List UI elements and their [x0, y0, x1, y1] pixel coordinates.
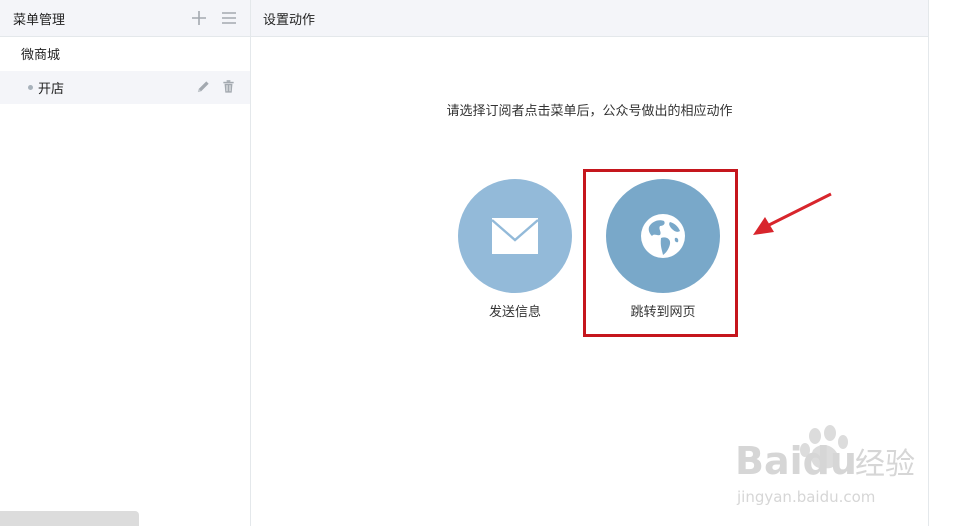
envelope-icon	[491, 218, 539, 254]
submenu-item-label: 开店	[38, 82, 65, 97]
red-arrow-annotation	[753, 192, 832, 235]
pencil-icon[interactable]	[196, 79, 211, 94]
horizontal-scrollbar[interactable]	[0, 511, 139, 526]
watermark-product: 经验	[855, 447, 915, 482]
action-settings-title: 设置动作	[263, 12, 316, 28]
submenu-item-kaidian[interactable]: 开店	[0, 71, 250, 104]
menu-tree: 微商城 开店	[0, 37, 250, 104]
send-message-action[interactable]: 发送信息	[458, 179, 572, 320]
send-message-circle[interactable]	[458, 179, 572, 293]
trash-icon[interactable]	[221, 79, 236, 94]
action-prompt: 请选择订阅者点击菜单后，公众号做出的相应动作	[446, 104, 733, 119]
bullet-dot	[28, 85, 33, 90]
baidu-jingyan-watermark: Baidu 经验 jingyan.baidu.com	[735, 425, 915, 506]
highlight-box	[583, 169, 738, 337]
menu-management-title: 菜单管理	[13, 12, 66, 28]
menu-item-weishangcheng[interactable]: 微商城	[0, 43, 250, 69]
submenu-item-actions	[196, 79, 236, 94]
menu-management-header: 菜单管理	[0, 0, 250, 37]
watermark-url: jingyan.baidu.com	[736, 488, 875, 506]
plus-icon[interactable]	[190, 9, 208, 27]
header-icons	[190, 9, 238, 27]
list-icon[interactable]	[220, 9, 238, 27]
send-message-label: 发送信息	[488, 305, 541, 320]
action-settings-header: 设置动作	[251, 0, 928, 37]
watermark-brand: Baidu	[735, 439, 857, 483]
menu-management-panel: 菜单管理 微商城 开店	[0, 0, 251, 526]
menu-item-label: 微商城	[21, 48, 61, 63]
